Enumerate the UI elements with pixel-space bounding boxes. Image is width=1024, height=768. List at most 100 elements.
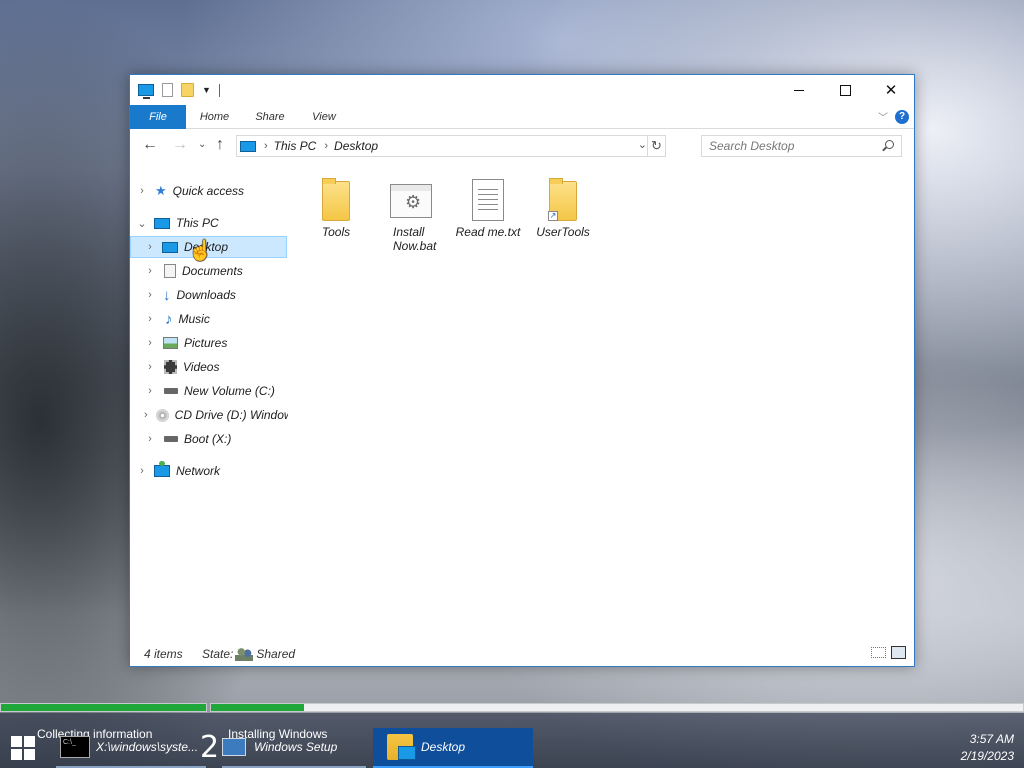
music-note-icon: ♪ — [165, 310, 173, 328]
address-dropdown-chevron-icon[interactable]: ⌄ — [638, 138, 647, 151]
up-arrow-icon[interactable]: ↑ — [216, 136, 224, 154]
title-bar[interactable]: ▼ ✕ — [130, 75, 914, 105]
breadcrumb-this-pc[interactable]: This PC — [274, 139, 317, 153]
file-item-install-now-bat[interactable]: Install Now.bat — [376, 173, 446, 253]
taskbar-item-label: Windows Setup — [254, 740, 338, 754]
file-name: UserTools — [536, 225, 590, 239]
boot-drive-icon — [164, 436, 178, 442]
address-row: ← → ⌄ ↑ › This PC › Desktop ⌄ ↻ — [130, 132, 914, 160]
progress-fill — [211, 704, 305, 711]
nav-item-music[interactable]: › ♪ Music — [130, 308, 287, 330]
desktop-icon — [138, 84, 154, 99]
batch-file-gear-icon — [390, 184, 432, 218]
tab-home[interactable]: Home — [192, 105, 237, 129]
search-icon[interactable] — [885, 140, 894, 149]
installing-windows-progress-bar — [210, 703, 1024, 712]
expand-chevron-icon[interactable]: › — [144, 289, 156, 301]
nav-item-label: Quick access — [172, 184, 245, 198]
share-state: State: Shared — [202, 647, 295, 661]
nav-item-videos[interactable]: › Videos — [130, 356, 287, 378]
navigation-pane: › ★ Quick access ⌄ This PC › Desktop › D… — [130, 173, 288, 640]
videos-filmstrip-icon — [164, 360, 177, 374]
nav-item-label: Network — [176, 464, 221, 478]
expand-chevron-icon[interactable]: › — [144, 241, 156, 253]
state-value: Shared — [256, 647, 296, 661]
hard-drive-icon — [164, 388, 178, 394]
shared-users-icon — [235, 647, 254, 661]
nav-item-documents[interactable]: › Documents — [130, 260, 287, 282]
file-item-usertools[interactable]: ↗ UserTools — [528, 173, 598, 239]
setup-progress — [0, 703, 1024, 713]
command-prompt-icon: C:\_ — [60, 736, 90, 758]
tab-view[interactable]: View — [302, 105, 346, 129]
taskbar: Collecting information 2 Installing Wind… — [0, 713, 1024, 768]
customize-toolbar-chevron-icon[interactable]: ▼ — [202, 85, 211, 95]
cd-drive-icon — [155, 408, 169, 422]
pictures-icon — [163, 337, 178, 349]
downloads-arrow-icon: ↓ — [163, 286, 171, 304]
taskbar-item-windows-setup[interactable]: Windows Setup — [222, 728, 366, 768]
expand-chevron-icon[interactable]: › — [144, 265, 156, 277]
nav-item-label: Boot (X:) — [184, 432, 232, 446]
this-pc-icon — [154, 217, 170, 229]
file-name: Tools — [321, 225, 351, 239]
nav-item-network[interactable]: › Network — [136, 460, 288, 482]
nav-item-downloads[interactable]: › ↓ Downloads — [130, 284, 287, 306]
nav-item-quick-access[interactable]: › ★ Quick access — [136, 180, 288, 202]
expand-chevron-icon[interactable]: › — [144, 361, 156, 373]
expand-chevron-icon[interactable]: › — [144, 433, 156, 445]
refresh-icon[interactable]: ↻ — [647, 136, 665, 156]
taskbar-item-command-prompt[interactable]: C:\_ X:\windows\syste... — [56, 728, 206, 768]
new-folder-icon[interactable] — [181, 83, 194, 97]
nav-item-desktop[interactable]: › Desktop — [130, 236, 287, 258]
expand-chevron-icon[interactable]: › — [144, 337, 156, 349]
network-icon — [154, 461, 170, 477]
state-label: State: — [202, 647, 234, 661]
taskbar-item-desktop[interactable]: Desktop — [373, 728, 533, 768]
collapse-chevron-icon[interactable]: ⌄ — [136, 217, 148, 230]
shortcut-arrow-icon: ↗ — [548, 211, 558, 221]
nav-item-pictures[interactable]: › Pictures — [130, 332, 287, 354]
close-button[interactable]: ✕ — [868, 75, 914, 105]
status-bar: 4 items State: Shared — [130, 640, 914, 666]
windows-setup-icon — [222, 738, 246, 756]
address-bar[interactable]: › This PC › Desktop ⌄ ↻ — [236, 135, 666, 157]
this-pc-icon — [240, 140, 256, 152]
tab-share[interactable]: Share — [248, 105, 292, 129]
back-arrow-icon[interactable]: ← — [142, 136, 158, 154]
nav-item-label: This PC — [176, 216, 219, 230]
expand-ribbon-chevron-icon[interactable]: ﹀ — [878, 109, 888, 124]
breadcrumb-desktop[interactable]: Desktop — [334, 139, 378, 153]
minimize-button[interactable] — [776, 75, 822, 105]
file-explorer-icon — [387, 734, 416, 760]
nav-item-c-drive[interactable]: › New Volume (C:) — [130, 380, 287, 402]
nav-item-label: Desktop — [184, 240, 229, 254]
system-clock[interactable]: 3:57 AM 2/19/2023 — [961, 731, 1014, 765]
expand-chevron-icon[interactable]: › — [144, 313, 156, 325]
expand-chevron-icon[interactable]: › — [136, 465, 148, 477]
progress-fill — [1, 704, 206, 711]
file-name: Read me.txt — [455, 225, 521, 239]
recent-locations-chevron-icon[interactable]: ⌄ — [198, 139, 206, 150]
expand-chevron-icon[interactable]: › — [136, 185, 148, 197]
nav-item-d-drive[interactable]: › CD Drive (D:) Windows — [130, 404, 288, 426]
expand-chevron-icon[interactable]: › — [144, 409, 148, 421]
large-icons-view-icon[interactable] — [891, 646, 906, 659]
details-view-icon[interactable] — [871, 647, 886, 658]
search-input[interactable] — [709, 136, 879, 156]
breadcrumb-chevron-icon[interactable]: › — [324, 140, 328, 152]
taskbar-item-label: X:\windows\syste... — [96, 740, 199, 754]
properties-icon[interactable] — [162, 83, 173, 97]
tab-file[interactable]: File — [130, 105, 186, 129]
file-item-read-me-txt[interactable]: Read me.txt — [453, 173, 523, 239]
maximize-button[interactable] — [822, 75, 868, 105]
expand-chevron-icon[interactable]: › — [144, 385, 156, 397]
nav-item-label: Documents — [182, 264, 243, 278]
help-button[interactable]: ? — [895, 110, 909, 124]
breadcrumb-chevron-icon[interactable]: › — [264, 140, 268, 152]
forward-arrow-icon[interactable]: → — [172, 136, 188, 154]
file-item-tools[interactable]: Tools — [301, 173, 371, 239]
nav-item-this-pc[interactable]: ⌄ This PC — [136, 212, 288, 234]
nav-item-x-drive[interactable]: › Boot (X:) — [130, 428, 287, 450]
clock-date: 2/19/2023 — [960, 749, 1014, 763]
